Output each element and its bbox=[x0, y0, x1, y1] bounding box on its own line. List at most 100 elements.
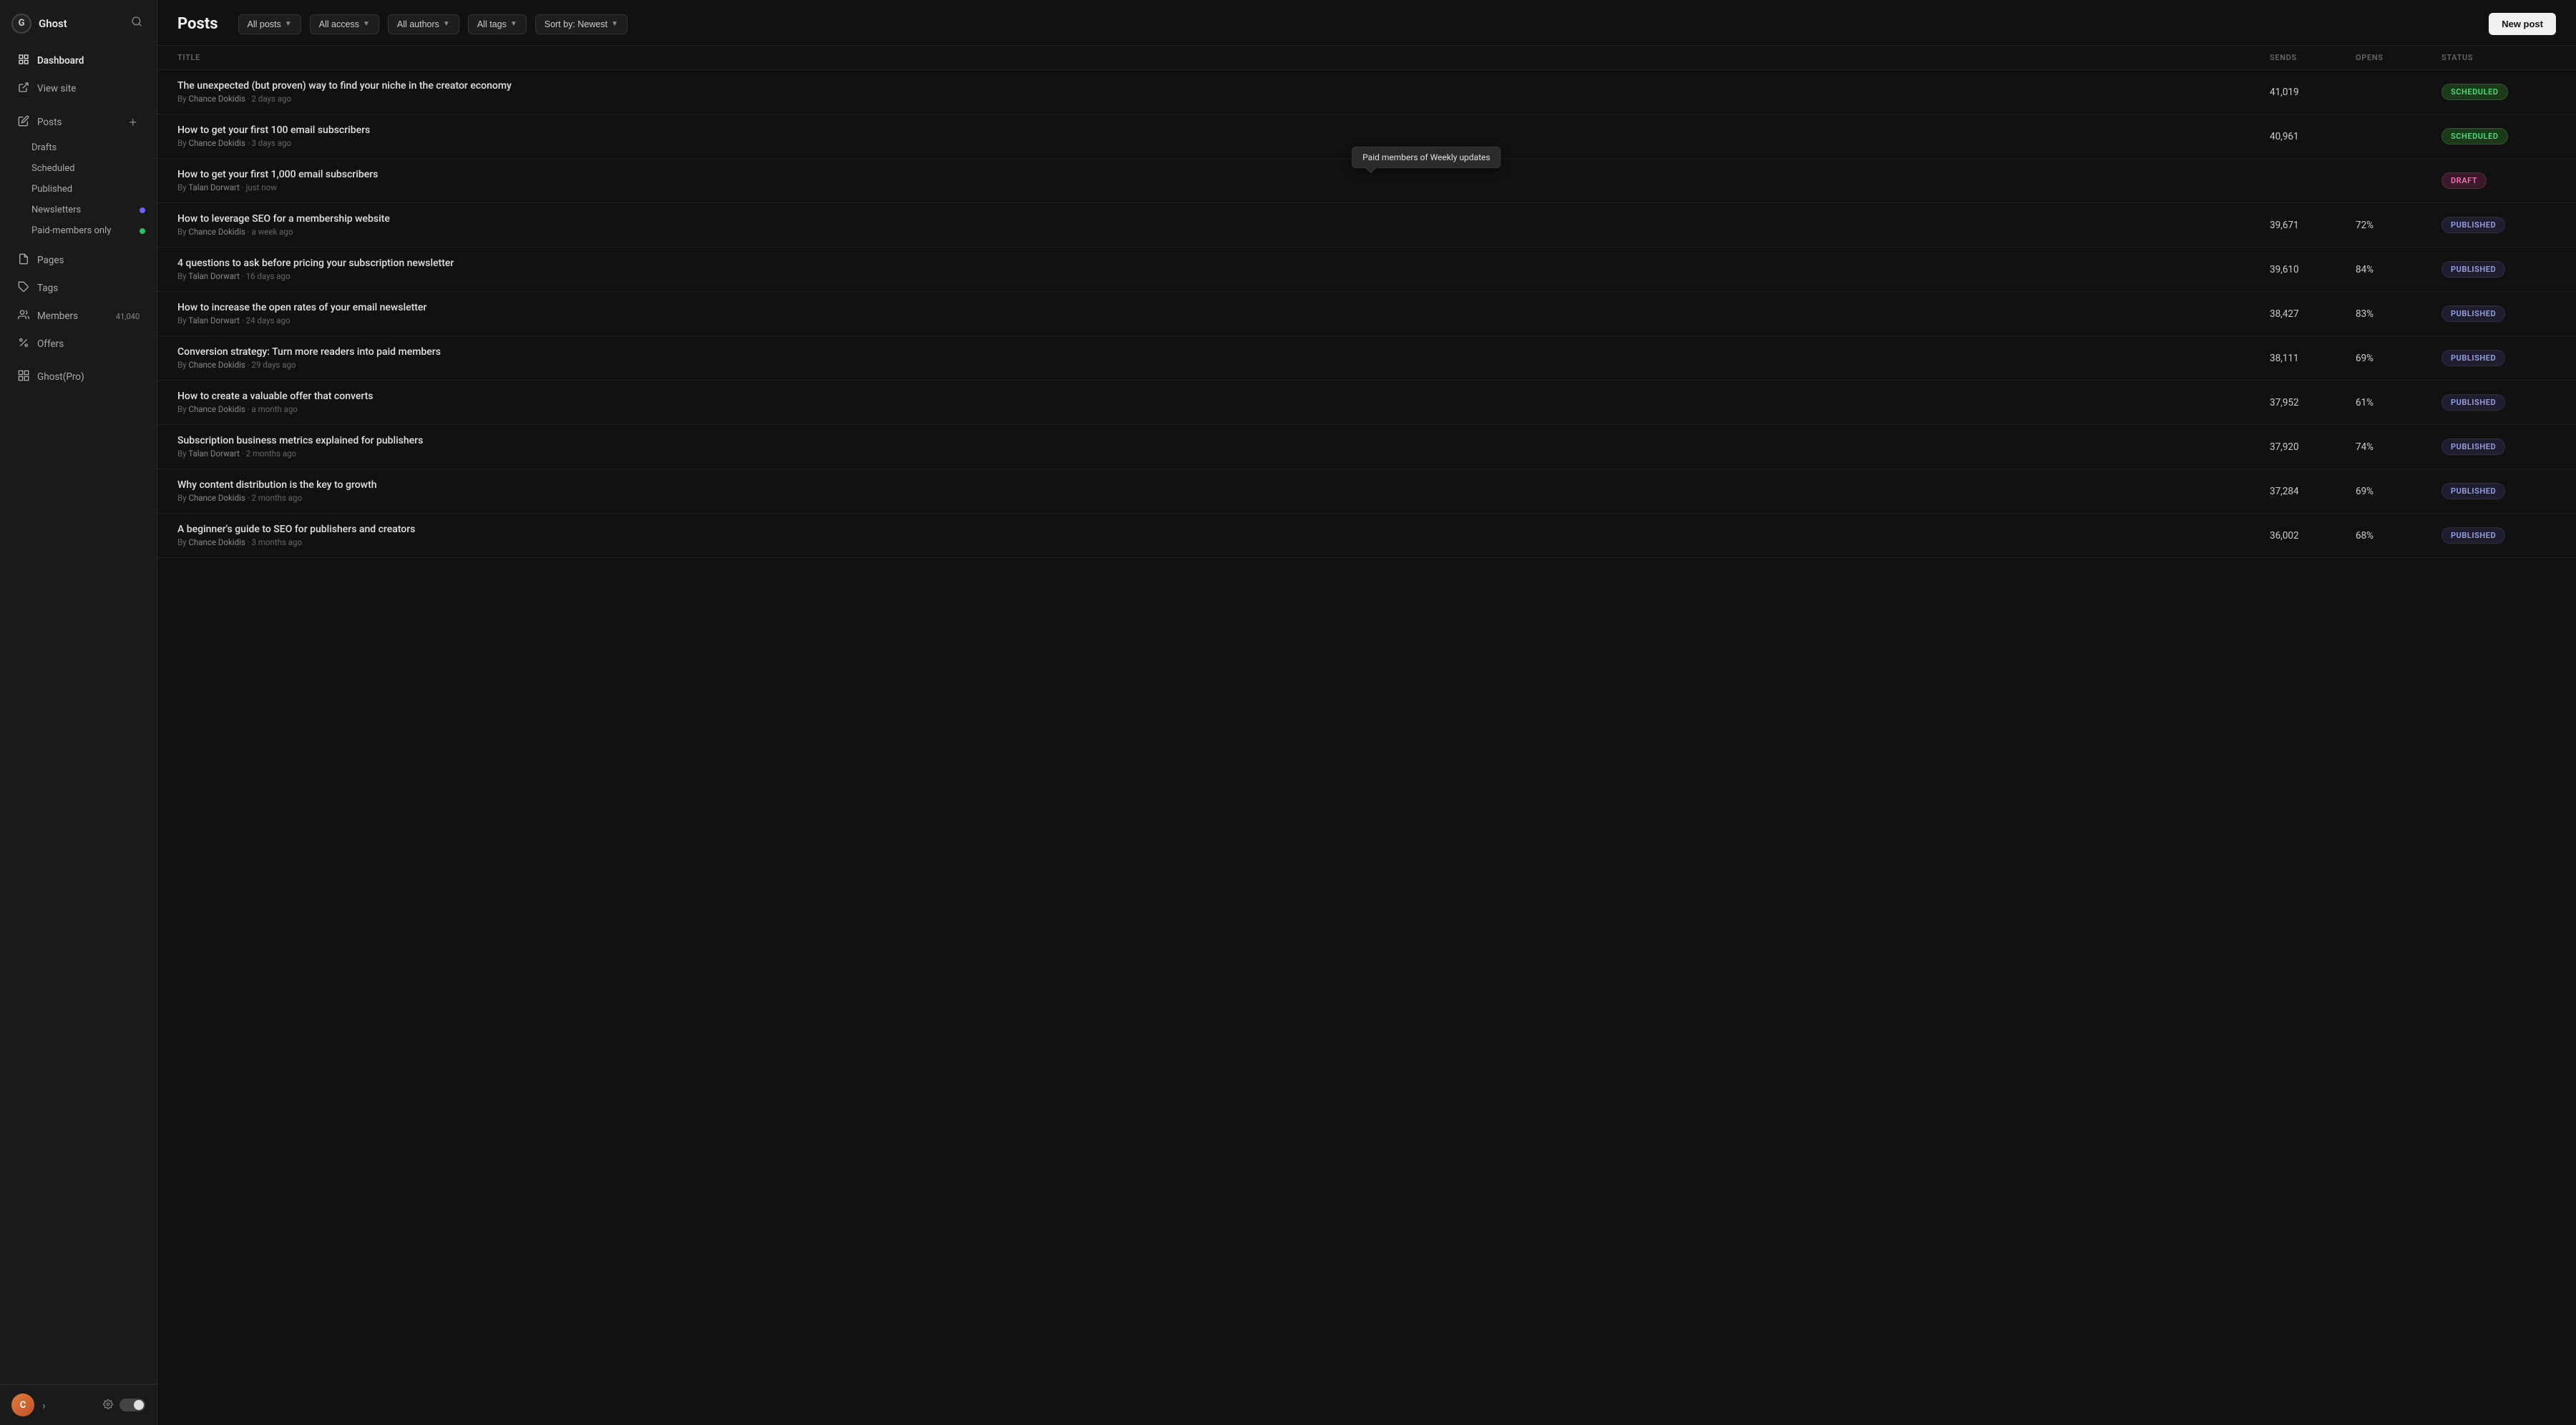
sidebar-item-ghost-pro[interactable]: Ghost(Pro) bbox=[6, 363, 151, 391]
sidebar-item-offers[interactable]: Offers bbox=[6, 330, 151, 358]
post-title: How to get your first 100 email subscrib… bbox=[177, 124, 2270, 136]
col-opens: OPENS bbox=[2356, 53, 2441, 62]
posts-sub-nav: Drafts Scheduled Published Newsletters P… bbox=[20, 137, 157, 241]
post-author: Talan Dorwart bbox=[188, 182, 240, 192]
post-title: How to get your first 1,000 email subscr… bbox=[177, 169, 2270, 180]
sidebar-item-members[interactable]: Members 41,040 bbox=[6, 303, 151, 330]
table-row[interactable]: The unexpected (but proven) way to find … bbox=[157, 70, 2576, 114]
sends-value: 37,920 bbox=[2270, 441, 2356, 453]
post-title-cell: How to get your first 100 email subscrib… bbox=[177, 124, 2270, 148]
status-badge: SCHEDULED bbox=[2441, 128, 2508, 145]
post-meta: By Chance Dokidis · 3 months ago bbox=[177, 537, 2270, 547]
status-badge-cell: PUBLISHED bbox=[2441, 527, 2556, 544]
post-author: Chance Dokidis bbox=[188, 138, 245, 148]
add-post-button[interactable]: + bbox=[126, 114, 140, 130]
status-badge: PUBLISHED bbox=[2441, 217, 2505, 233]
table-row[interactable]: 4 questions to ask before pricing your s… bbox=[157, 248, 2576, 292]
col-sends: SENDS bbox=[2270, 53, 2356, 62]
status-badge-cell: SCHEDULED bbox=[2441, 128, 2556, 145]
post-title: The unexpected (but proven) way to find … bbox=[177, 80, 2270, 92]
all-authors-filter[interactable]: All authors ▼ bbox=[388, 14, 459, 34]
post-meta: By Talan Dorwart · 16 days ago bbox=[177, 271, 2270, 281]
post-title: Subscription business metrics explained … bbox=[177, 435, 2270, 446]
post-time: 2 days ago bbox=[252, 94, 291, 104]
post-time: 2 months ago bbox=[252, 493, 302, 503]
opens-value: 74% bbox=[2356, 441, 2441, 453]
sidebar-item-pages[interactable]: Pages bbox=[6, 247, 151, 274]
theme-toggle[interactable] bbox=[119, 1399, 145, 1411]
table-row[interactable]: How to create a valuable offer that conv… bbox=[157, 381, 2576, 425]
post-title-cell: Subscription business metrics explained … bbox=[177, 435, 2270, 459]
sidebar-item-posts[interactable]: Posts + bbox=[6, 108, 151, 137]
table-row[interactable]: How to leverage SEO for a membership web… bbox=[157, 203, 2576, 248]
ghost-pro-icon bbox=[17, 370, 30, 384]
all-tags-label: All tags bbox=[477, 19, 507, 29]
opens-value: 69% bbox=[2356, 486, 2441, 497]
post-time: 29 days ago bbox=[252, 360, 296, 370]
published-label: Published bbox=[31, 184, 72, 195]
post-title: How to increase the open rates of your e… bbox=[177, 302, 2270, 313]
post-time: 3 days ago bbox=[252, 138, 291, 148]
post-meta: By Talan Dorwart · 2 months ago bbox=[177, 449, 2270, 459]
sidebar-item-label: Members bbox=[37, 310, 78, 322]
avatar[interactable]: C bbox=[11, 1394, 34, 1416]
sidebar-item-view-site[interactable]: View site bbox=[6, 75, 151, 102]
post-title-cell: How to create a valuable offer that conv… bbox=[177, 391, 2270, 414]
opens-value: 72% bbox=[2356, 220, 2441, 231]
sends-value: 39,610 bbox=[2270, 264, 2356, 275]
post-title: Conversion strategy: Turn more readers i… bbox=[177, 346, 2270, 358]
table-row[interactable]: How to increase the open rates of your e… bbox=[157, 292, 2576, 336]
status-badge: PUBLISHED bbox=[2441, 305, 2505, 322]
sidebar-item-label: Offers bbox=[37, 338, 64, 350]
table-row[interactable]: Subscription business metrics explained … bbox=[157, 425, 2576, 469]
all-access-filter[interactable]: All access ▼ bbox=[310, 14, 379, 34]
table-row[interactable]: A beginner's guide to SEO for publishers… bbox=[157, 514, 2576, 558]
sends-value: 41,019 bbox=[2270, 87, 2356, 98]
post-title-cell: Why content distribution is the key to g… bbox=[177, 479, 2270, 503]
all-posts-filter[interactable]: All posts ▼ bbox=[238, 14, 301, 34]
sidebar-item-newsletters[interactable]: Newsletters bbox=[23, 200, 154, 220]
status-badge-cell: PUBLISHED bbox=[2441, 350, 2556, 366]
chevron-down-icon: ▼ bbox=[285, 20, 292, 28]
post-time: 3 months ago bbox=[252, 537, 302, 547]
newsletters-label: Newsletters bbox=[31, 205, 81, 215]
post-time: a month ago bbox=[252, 404, 298, 414]
table-row[interactable]: Paid members of Weekly updates How to ge… bbox=[157, 159, 2576, 203]
table-header: TITLE SENDS OPENS STATUS bbox=[157, 46, 2576, 70]
chevron-down-icon: ▼ bbox=[363, 20, 370, 28]
search-button[interactable] bbox=[128, 13, 145, 34]
post-author: Talan Dorwart bbox=[188, 271, 240, 281]
sidebar-item-drafts[interactable]: Drafts bbox=[23, 137, 154, 158]
main-content: Posts All posts ▼ All access ▼ All autho… bbox=[157, 0, 2576, 1425]
chevron-down-icon: ▼ bbox=[611, 20, 618, 28]
sort-filter[interactable]: Sort by: Newest ▼ bbox=[535, 14, 628, 34]
newsletters-dot bbox=[140, 207, 145, 213]
post-time: a week ago bbox=[252, 227, 293, 237]
chevron-down-icon[interactable]: › bbox=[40, 1396, 48, 1414]
new-post-button[interactable]: New post bbox=[2489, 13, 2556, 35]
status-badge: PUBLISHED bbox=[2441, 394, 2505, 411]
post-title: 4 questions to ask before pricing your s… bbox=[177, 258, 2270, 269]
sidebar-item-tags[interactable]: Tags bbox=[6, 275, 151, 302]
all-tags-filter[interactable]: All tags ▼ bbox=[468, 14, 527, 34]
table-row[interactable]: How to get your first 100 email subscrib… bbox=[157, 114, 2576, 159]
sidebar-item-scheduled[interactable]: Scheduled bbox=[23, 158, 154, 179]
sidebar-item-paid-members-only[interactable]: Paid-members only bbox=[23, 220, 154, 241]
post-meta: By Chance Dokidis · 29 days ago bbox=[177, 360, 2270, 370]
post-title-cell: A beginner's guide to SEO for publishers… bbox=[177, 524, 2270, 547]
settings-button[interactable] bbox=[101, 1397, 115, 1414]
sidebar-item-label: Tags bbox=[37, 283, 58, 294]
sidebar-item-published[interactable]: Published bbox=[23, 179, 154, 200]
sends-value: 38,427 bbox=[2270, 308, 2356, 320]
sidebar-item-dashboard[interactable]: Dashboard bbox=[6, 47, 151, 74]
status-badge: PUBLISHED bbox=[2441, 261, 2505, 278]
tags-icon bbox=[17, 281, 30, 295]
status-badge: SCHEDULED bbox=[2441, 84, 2508, 100]
opens-value: 84% bbox=[2356, 264, 2441, 275]
table-row[interactable]: Why content distribution is the key to g… bbox=[157, 469, 2576, 514]
status-badge-cell: PUBLISHED bbox=[2441, 439, 2556, 455]
post-meta: By Chance Dokidis · a month ago bbox=[177, 404, 2270, 414]
sidebar-footer: C › bbox=[0, 1384, 157, 1425]
table-row[interactable]: Conversion strategy: Turn more readers i… bbox=[157, 336, 2576, 381]
status-badge: PUBLISHED bbox=[2441, 439, 2505, 455]
